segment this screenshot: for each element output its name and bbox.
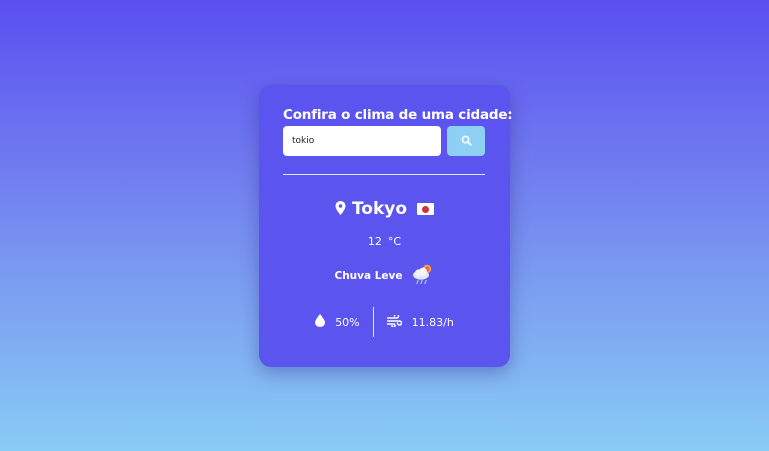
temperature-row: 12 °C [259,235,510,248]
humidity-detail: 50% [315,314,372,330]
weather-card: Confira o clima de uma cidade: Tokyo 12 … [259,85,513,367]
search-icon [461,134,472,149]
location-pin-icon [335,200,346,219]
water-drop-icon [315,314,326,330]
temperature-unit: °C [387,235,402,248]
form-title: Confira o clima de uma cidade: [283,107,513,123]
city-row: Tokyo [259,199,510,219]
details-row: 50% 11.83/h [259,307,510,337]
temperature-value: 12 [367,235,382,248]
city-name: Tokyo [351,199,408,219]
humidity-value: 50% [335,315,360,329]
jp-flag-icon [417,203,435,215]
weather-description: Chuva Leve [334,270,403,282]
divider [283,174,485,175]
description-row: Chuva Leve [259,263,510,289]
wind-value: 11.83/h [411,315,454,329]
city-search-input[interactable] [283,126,441,156]
wind-icon [385,312,402,330]
wind-detail: 11.83/h [374,312,454,330]
light-rain-icon [411,263,435,289]
search-button[interactable] [447,126,485,156]
